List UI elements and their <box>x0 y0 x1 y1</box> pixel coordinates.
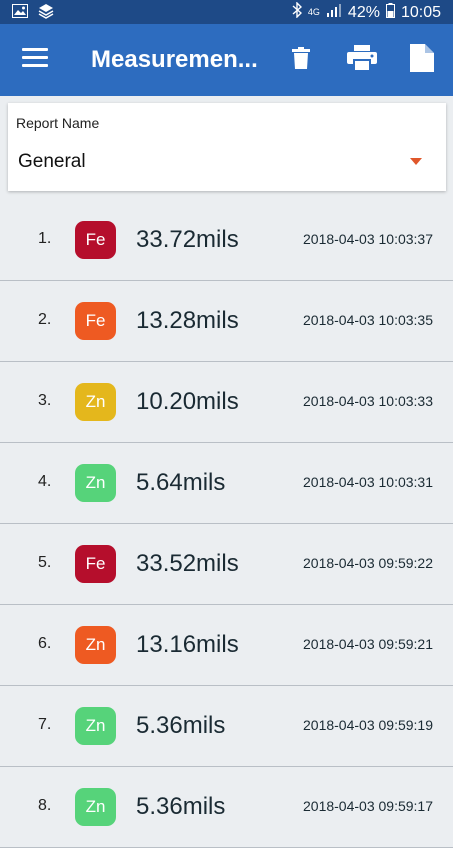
report-name-select[interactable]: General <box>8 143 446 185</box>
measurement-timestamp: 2018-04-03 09:59:19 <box>303 717 433 733</box>
delete-button[interactable] <box>283 42 319 78</box>
document-icon <box>410 43 434 77</box>
item-index: 4. <box>38 473 52 490</box>
measurement-list: 1. Fe 33.72mils 2018-04-03 10:03:37 2. Fe 13.2… <box>0 200 453 848</box>
measurement-value: 5.64mils <box>136 469 226 496</box>
gallery-icon <box>12 4 28 23</box>
measurement-timestamp: 2018-04-03 09:59:17 <box>303 798 433 814</box>
app-bar: Measuremen... <box>0 24 453 96</box>
measurement-value: 5.36mils <box>136 712 226 739</box>
battery-percent: 42% <box>347 3 380 21</box>
metal-badge: Zn <box>75 464 116 502</box>
metal-badge: Zn <box>75 626 116 664</box>
list-item[interactable]: 6. Zn 13.16mils 2018-04-03 09:59:21 <box>0 605 453 686</box>
page-title: Measuremen... <box>91 46 258 73</box>
printer-icon <box>347 44 377 76</box>
network-type: 4G <box>307 7 320 17</box>
measurement-value: 10.20mils <box>136 388 239 415</box>
report-name-label: Report Name <box>16 115 100 131</box>
item-index: 1. <box>38 230 52 247</box>
clock: 10:05 <box>400 3 441 21</box>
metal-badge: Zn <box>75 707 116 745</box>
report-name-value: General <box>18 151 86 172</box>
print-button[interactable] <box>344 42 380 78</box>
item-index: 5. <box>38 554 52 571</box>
metal-badge: Fe <box>75 545 116 583</box>
dropdown-caret-icon <box>410 158 422 165</box>
metal-badge: Zn <box>75 788 116 826</box>
measurement-value: 5.36mils <box>136 793 226 820</box>
trash-icon <box>292 46 310 74</box>
list-item[interactable]: 5. Fe 33.52mils 2018-04-03 09:59:22 <box>0 524 453 605</box>
measurement-value: 33.52mils <box>136 550 239 577</box>
menu-button[interactable] <box>22 48 48 70</box>
list-item[interactable]: 1. Fe 33.72mils 2018-04-03 10:03:37 <box>0 200 453 281</box>
measurement-timestamp: 2018-04-03 10:03:37 <box>303 231 433 247</box>
status-bar: 4G 42% 10:05 <box>0 0 453 24</box>
list-item[interactable]: 2. Fe 13.28mils 2018-04-03 10:03:35 <box>0 281 453 362</box>
measurement-timestamp: 2018-04-03 10:03:31 <box>303 474 433 490</box>
list-item[interactable]: 3. Zn 10.20mils 2018-04-03 10:03:33 <box>0 362 453 443</box>
list-item[interactable]: 7. Zn 5.36mils 2018-04-03 09:59:19 <box>0 686 453 767</box>
item-index: 6. <box>38 635 52 652</box>
report-button[interactable] <box>404 42 440 78</box>
measurement-timestamp: 2018-04-03 09:59:22 <box>303 555 433 571</box>
item-index: 3. <box>38 392 52 409</box>
measurement-timestamp: 2018-04-03 10:03:33 <box>303 393 433 409</box>
list-item[interactable]: 4. Zn 5.64mils 2018-04-03 10:03:31 <box>0 443 453 524</box>
battery-icon <box>385 2 395 23</box>
measurement-value: 33.72mils <box>136 226 239 253</box>
list-item[interactable]: 8. Zn 5.36mils 2018-04-03 09:59:17 <box>0 767 453 848</box>
metal-badge: Zn <box>75 383 116 421</box>
measurement-value: 13.28mils <box>136 307 239 334</box>
layers-icon <box>38 3 54 24</box>
measurement-value: 13.16mils <box>136 631 239 658</box>
item-index: 2. <box>38 311 52 328</box>
measurement-timestamp: 2018-04-03 10:03:35 <box>303 312 433 328</box>
bluetooth-icon <box>292 1 302 23</box>
item-index: 7. <box>38 716 52 733</box>
metal-badge: Fe <box>75 221 116 259</box>
metal-badge: Fe <box>75 302 116 340</box>
report-name-card: Report Name General <box>8 103 446 191</box>
signal-icon <box>326 3 342 22</box>
measurement-timestamp: 2018-04-03 09:59:21 <box>303 636 433 652</box>
